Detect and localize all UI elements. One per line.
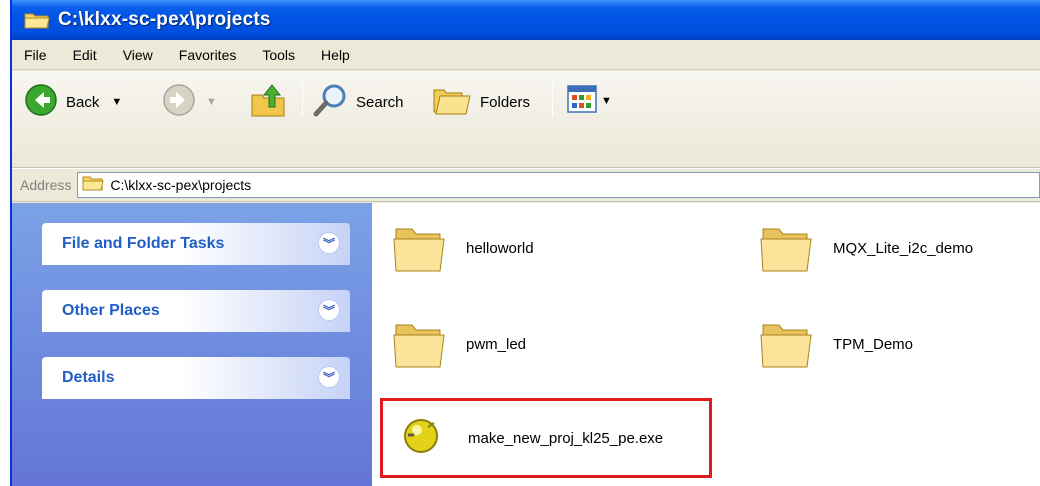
back-dropdown-icon[interactable]: ▼ [111, 96, 122, 108]
search-label: Search [356, 93, 404, 111]
list-item[interactable]: TPM_Demo [757, 315, 913, 373]
folders-label: Folders [480, 93, 531, 111]
folder-icon [24, 10, 50, 30]
menu-favorites[interactable]: Favorites [177, 45, 239, 65]
views-icon [567, 85, 597, 117]
file-name: TPM_Demo [833, 335, 914, 353]
menu-view[interactable]: View [121, 45, 155, 65]
folder-icon [82, 174, 104, 196]
list-item[interactable]: pwm_led [390, 315, 526, 373]
task-pane: File and Folder Tasks ︾ Other Places ︾ D… [12, 203, 372, 486]
details-header[interactable]: Details ︾ [42, 357, 350, 399]
other-places-header[interactable]: Other Places ︾ [42, 290, 350, 332]
forward-dropdown-icon[interactable]: ▼ [206, 96, 217, 108]
forward-arrow-icon [162, 83, 196, 121]
menu-edit[interactable]: Edit [71, 45, 99, 65]
list-item[interactable]: helloworld [390, 219, 534, 277]
menu-help[interactable]: Help [319, 45, 352, 65]
title-bar[interactable]: C:\klxx-sc-pex\projects [12, 0, 1040, 40]
toolbar-separator [302, 83, 303, 117]
file-name: helloworld [466, 239, 534, 257]
chevron-down-icon[interactable]: ︾ [318, 366, 340, 388]
file-and-folder-tasks-header[interactable]: File and Folder Tasks ︾ [42, 223, 350, 265]
folder-icon [757, 219, 815, 277]
file-name: MQX_Lite_i2c_demo [833, 239, 974, 257]
list-item[interactable]: MQX_Lite_i2c_demo [757, 219, 973, 277]
back-label: Back [66, 93, 100, 111]
highlight-box [380, 398, 712, 478]
address-label: Address [20, 177, 72, 193]
folders-button[interactable]: Folders [432, 82, 530, 122]
menu-file[interactable]: File [22, 45, 49, 65]
menu-bar: File Edit View Favorites Tools Help [12, 40, 1040, 70]
folder-icon [757, 315, 815, 373]
search-icon [312, 81, 350, 123]
task-label: Details [62, 369, 115, 386]
search-button[interactable]: Search [312, 81, 404, 123]
folder-icon [390, 219, 448, 277]
forward-button[interactable]: ▼ [162, 83, 217, 121]
up-folder-button[interactable] [250, 81, 290, 123]
back-button[interactable]: Back ▼ [24, 83, 122, 121]
chevron-down-icon[interactable]: ︾ [318, 299, 340, 321]
up-folder-icon [250, 81, 290, 123]
chevron-down-icon[interactable]: ︾ [318, 232, 340, 254]
back-arrow-icon [24, 83, 58, 121]
address-bar: Address C:\klxx-sc-pex\projects [12, 168, 1040, 202]
toolbar-separator [552, 83, 553, 117]
task-label: File and Folder Tasks [62, 235, 225, 252]
address-path: C:\klxx-sc-pex\projects [110, 177, 252, 193]
folder-icon [390, 315, 448, 373]
menu-tools[interactable]: Tools [260, 45, 297, 65]
task-label: Other Places [62, 302, 160, 319]
address-input[interactable]: C:\klxx-sc-pex\projects [77, 172, 1040, 198]
file-name: pwm_led [466, 335, 527, 353]
window-title: C:\klxx-sc-pex\projects [58, 9, 271, 30]
views-dropdown-icon[interactable]: ▼ [601, 95, 612, 107]
folders-icon [432, 82, 472, 122]
toolbar: Back ▼ ▼ Search Folders ▼ [12, 71, 1040, 168]
views-button[interactable]: ▼ [567, 85, 612, 117]
